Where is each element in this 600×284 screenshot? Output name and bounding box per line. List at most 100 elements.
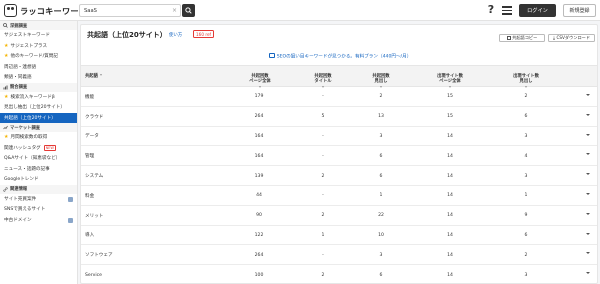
sidebar-item-qa-sites[interactable]: Q&Aサイト（知恵袋など）	[0, 153, 77, 164]
table-row[interactable]: メリット 90 2 22 14 9	[81, 206, 597, 226]
row-page-total: 139	[254, 173, 264, 179]
ref-badge: 160 ref	[193, 30, 215, 38]
signup-button[interactable]: 新規登録	[563, 4, 596, 17]
search-icon	[185, 7, 192, 14]
row-title-count: 2	[321, 173, 325, 179]
row-title-count: -	[322, 153, 324, 159]
chevron-down-icon[interactable]	[586, 173, 590, 176]
row-word: 導入	[85, 233, 95, 239]
new-badge: NEW	[43, 144, 56, 151]
copy-button[interactable]: 共起語コピー	[499, 34, 545, 42]
logo[interactable]: ラッコキーワード	[4, 4, 87, 17]
sidebar-item-suggest-keyword[interactable]: サジェストキーワード	[0, 30, 77, 41]
sidebar-section-deep-research: 深掘調査	[0, 21, 77, 30]
row-title-count: -	[322, 133, 324, 139]
row-heading-count: 6	[379, 153, 383, 159]
row-heading-count: 13	[378, 114, 384, 120]
chevron-down-icon[interactable]	[586, 272, 590, 275]
search-button[interactable]	[182, 4, 195, 17]
row-sites-heading: 3	[524, 173, 528, 179]
row-sites-heading: 3	[524, 133, 528, 139]
plan-icon	[268, 53, 275, 58]
row-sites-page: 14	[447, 272, 453, 278]
row-sites-page: 14	[447, 252, 453, 258]
row-sites-page: 14	[447, 232, 453, 238]
chevron-down-icon[interactable]	[586, 192, 590, 195]
chevron-down-icon[interactable]	[586, 232, 590, 235]
row-sites-heading: 2	[524, 252, 528, 258]
table-row[interactable]: クラウド 264 5 13 15 6	[81, 107, 597, 127]
chevron-down-icon[interactable]	[586, 153, 590, 156]
table-row[interactable]: データ 164 - 3 14 3	[81, 127, 597, 147]
sidebar-item-inflow-keywords[interactable]: ★ 検索流入キーワードβ	[0, 92, 77, 103]
sidebar-item-headings[interactable]: 見出し抽出（上位20サイト）	[0, 102, 77, 113]
hamburger-menu-icon[interactable]	[502, 6, 512, 15]
external-link-icon	[68, 196, 73, 202]
sidebar-item-news[interactable]: ニュース・話題の記事	[0, 164, 77, 175]
row-sites-heading: 6	[524, 232, 528, 238]
chevron-down-icon[interactable]	[586, 133, 590, 136]
chart-icon	[3, 85, 8, 90]
table-row[interactable]: 料金 44 - 1 14 1	[81, 186, 597, 206]
row-page-total: 179	[254, 94, 264, 100]
sidebar-item-synonyms[interactable]: 類語・同義語	[0, 72, 77, 83]
row-page-total: 100	[254, 272, 264, 278]
row-title-count: 5	[321, 114, 325, 120]
sidebar-item-cooccurrence[interactable]: 共起語（上位20サイト）	[0, 112, 77, 123]
page-title: 共起語（上位20サイト）	[87, 31, 167, 39]
chevron-down-icon[interactable]	[586, 94, 590, 96]
row-heading-count: 22	[378, 213, 384, 219]
clear-icon[interactable]: ×	[172, 6, 177, 15]
sidebar: 深掘調査 サジェストキーワード ★ サジェストプラス ★ 他のキーワード/質問記 周…	[0, 21, 78, 284]
row-sites-heading: 9	[524, 213, 528, 219]
login-button[interactable]: ログイン	[519, 4, 556, 17]
row-word: Service	[85, 272, 102, 278]
star-icon: ★	[4, 42, 9, 49]
table-row[interactable]: Service 100 2 6 14 3	[81, 265, 597, 284]
sidebar-item-site-trade[interactable]: サイト売買案件	[0, 194, 77, 205]
row-sites-heading: 1	[524, 193, 528, 199]
row-title-count: 1	[321, 232, 325, 238]
row-word: メリット	[85, 213, 104, 219]
sidebar-item-google-trends[interactable]: Googleトレンド	[0, 174, 77, 185]
row-sites-page: 14	[447, 133, 453, 139]
row-page-total: 164	[254, 133, 264, 139]
star-icon: ★	[4, 134, 9, 141]
sidebar-item-related-words[interactable]: 周辺語・連想語	[0, 62, 77, 73]
sidebar-item-sns-sites[interactable]: SNSで買えるサイト	[0, 204, 77, 215]
search-input[interactable]	[80, 5, 176, 16]
row-word: 機能	[85, 94, 95, 100]
sidebar-section-related-info: 関連情報	[0, 184, 77, 194]
sidebar-item-suggest-plus[interactable]: ★ サジェストプラス	[0, 41, 77, 52]
help-icon[interactable]: ?	[486, 3, 496, 17]
table-row[interactable]: ソフトウェア 264 - 3 14 2	[81, 245, 597, 266]
table-row[interactable]: 管理 164 - 6 14 4	[81, 146, 597, 167]
howto-link[interactable]: 使い方	[169, 32, 182, 38]
chevron-down-icon[interactable]	[586, 252, 590, 255]
row-heading-count: 3	[379, 252, 383, 258]
sidebar-item-hashtags[interactable]: 関連ハッシュタグ NEW	[0, 143, 77, 154]
column-header-word[interactable]: 共起語	[85, 74, 102, 79]
search-box: ×	[79, 4, 181, 17]
promo-link[interactable]: SEOの狙い目キーワードが見つかる。有料プラン（440円〜/月）	[81, 53, 599, 60]
table-row[interactable]: 機能 179 - 2 15 2	[81, 87, 597, 107]
chevron-down-icon[interactable]	[586, 113, 590, 116]
table-row[interactable]: 導入 122 1 10 14 6	[81, 226, 597, 246]
row-sites-heading: 4	[524, 153, 528, 159]
sidebar-item-used-domains[interactable]: 中古ドメイン	[0, 215, 77, 226]
table-row[interactable]: システム 139 2 6 14 3	[81, 166, 597, 186]
row-title-count: -	[322, 94, 324, 100]
table-body: 機能 179 - 2 15 2 クラウド 264 5 13 15 6 データ 1…	[81, 87, 597, 284]
row-sites-page: 14	[447, 213, 453, 219]
csv-download-button[interactable]: ⤓ CSVダウンロード	[548, 34, 595, 42]
sidebar-item-monthly-volume[interactable]: ★ 月間検索数の取得	[0, 132, 77, 143]
chevron-down-icon[interactable]	[586, 212, 590, 215]
star-icon: ★	[4, 53, 9, 60]
sort-icon	[99, 74, 102, 76]
cooccurrence-table: 共起語 共起回数 ページ全体 共起回数 タイトル 共起回数 見出し 出現サイト数…	[81, 65, 597, 284]
row-title-count: -	[322, 252, 324, 258]
sidebar-item-other-keywords[interactable]: ★ 他のキーワード/質問記	[0, 51, 77, 62]
row-word: データ	[85, 134, 99, 140]
logo-text: ラッコキーワード	[20, 5, 88, 16]
row-heading-count: 1	[379, 193, 383, 199]
